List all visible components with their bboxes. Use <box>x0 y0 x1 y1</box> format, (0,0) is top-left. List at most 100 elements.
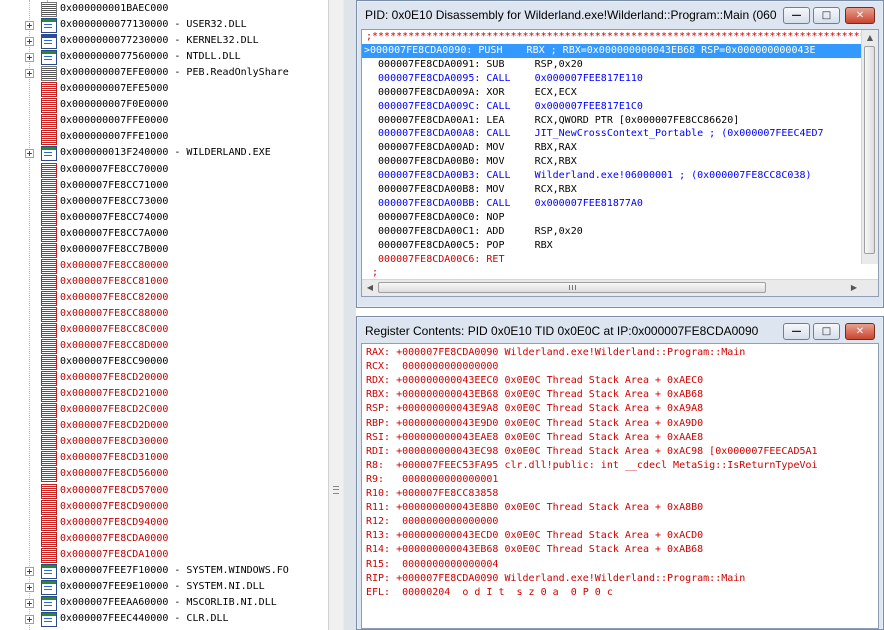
memory-page-red-icon <box>41 467 57 483</box>
tree-row[interactable]: 0x000007FE8CC7A000 <box>0 226 328 242</box>
tree-row[interactable]: 0x000007FE8CC7B000 <box>0 242 328 258</box>
tree-row[interactable]: 0x000007FEE7F10000 - SYSTEM.WINDOWS.FO <box>0 563 328 579</box>
expand-plus-icon[interactable] <box>25 566 34 576</box>
expand-plus-icon[interactable] <box>25 614 34 624</box>
expand-plus-icon[interactable] <box>25 149 34 159</box>
tree-row[interactable]: 0x0000000077560000 - NTDLL.DLL <box>0 49 328 66</box>
register-line: RCX: 0000000000000000 <box>366 361 499 373</box>
tree-row[interactable]: 0x0000000077130000 - USER32.DLL <box>0 17 328 34</box>
instruction-line[interactable]: 000007FE8CDA00C6: RET <box>366 253 504 267</box>
expand-plus-icon[interactable] <box>25 37 34 47</box>
tree-row[interactable]: 0x000007FE8CDA0000 <box>0 531 328 547</box>
memory-map-tree[interactable]: 0x000000001BAEC000 0x0000000077130000 - U… <box>0 0 328 630</box>
tree-row[interactable]: 0x000007FE8CC82000 <box>0 290 328 306</box>
expand-plus-icon[interactable] <box>25 598 34 608</box>
current-instruction-line[interactable]: >000007FE8CDA0090: PUSH RBX ; RBX=0x0000… <box>362 44 864 58</box>
instruction-line[interactable]: 000007FE8CDA0095: CALL 0x000007FEE817E11… <box>366 72 643 86</box>
tree-row[interactable]: 0x000007FE8CC90000 <box>0 354 328 371</box>
tree-row[interactable]: 0x000007FEE9E10000 - SYSTEM.NI.DLL <box>0 579 328 595</box>
tree-row[interactable]: 0x000007FE8CC70000 <box>0 162 328 178</box>
tree-row-label: 0x000007FE8CD30000 <box>60 436 169 448</box>
tree-row[interactable]: 0x000007FE8CC71000 <box>0 178 328 194</box>
instruction-line[interactable]: 000007FE8CDA009A: XOR ECX,ECX <box>366 86 577 100</box>
tree-row[interactable]: 0x000007FE8CC88000 <box>0 306 328 322</box>
instruction-line[interactable]: 000007FE8CDA00B0: MOV RCX,RBX <box>366 155 577 169</box>
instruction-line[interactable]: 000007FE8CDA00A1: LEA RCX,QWORD PTR [0x0… <box>366 114 739 128</box>
tree-row[interactable]: 0x000000001BAEC000 <box>0 1 328 17</box>
memory-page-red-icon <box>41 178 57 194</box>
tree-row[interactable]: 0x000007FE8CD56000 <box>0 466 328 483</box>
tree-row[interactable]: 0x000007FE8CDA1000 <box>0 547 328 563</box>
register-contents-window[interactable]: Register Contents: PID 0x0E10 TID 0x0E0C… <box>356 316 884 630</box>
tree-row-label: 0x000000013F240000 - WILDERLAND.EXE <box>60 147 271 159</box>
disassembly-vertical-scrollbar[interactable]: ▲ <box>861 30 878 264</box>
instruction-line[interactable]: 000007FE8CDA0091: SUB RSP,0x20 <box>366 58 583 72</box>
scroll-right-arrow-icon[interactable]: ▶ <box>846 280 862 296</box>
expand-plus-icon[interactable] <box>25 69 34 79</box>
tree-row[interactable]: 0x000007FE8CC74000 <box>0 210 328 226</box>
expand-plus-icon[interactable] <box>25 582 34 592</box>
expand-plus-icon[interactable] <box>25 21 34 31</box>
tree-row[interactable]: 0x000007FE8CD30000 <box>0 434 328 451</box>
register-line: RIP: +000007FE8CDA0090 Wilderland.exe!Wi… <box>366 572 746 584</box>
tree-row[interactable]: 0x000007FEEAA60000 - MSCORLIB.NI.DLL <box>0 595 328 611</box>
memory-page-red-icon <box>41 531 57 547</box>
instruction-line[interactable]: 000007FE8CDA00C1: ADD RSP,0x20 <box>366 225 583 239</box>
instruction-line[interactable]: 000007FE8CDA00A8: CALL JIT_NewCrossConte… <box>366 127 824 141</box>
instruction-line[interactable]: 000007FE8CDA00B8: MOV RCX,RBX <box>366 183 577 197</box>
maximize-button[interactable]: □ <box>813 323 840 340</box>
instruction-line[interactable]: 000007FE8CDA00C0: NOP <box>366 211 504 225</box>
tree-row-label: 0x000007FEEAA60000 - MSCORLIB.NI.DLL <box>60 596 277 608</box>
instruction-line[interactable]: 000007FE8CDA00BB: CALL 0x000007FEE81877A… <box>366 197 643 211</box>
tree-row[interactable]: 0x000007FE8CD2D000 <box>0 418 328 435</box>
minimize-button[interactable]: — <box>783 323 810 340</box>
tree-row[interactable]: 0x000007FEEC440000 - CLR.DLL <box>0 611 328 627</box>
scroll-up-arrow-icon[interactable]: ▲ <box>862 30 878 46</box>
instruction-line[interactable]: 000007FE8CDA00AD: MOV RBX,RAX <box>366 141 577 155</box>
tree-row[interactable]: 0x000000007EFE0000 - PEB.ReadOnlyShare <box>0 65 328 82</box>
register-view[interactable]: RAX: +000007FE8CDA0090 Wilderland.exe!Wi… <box>361 343 879 629</box>
disassembly-view[interactable]: ;***************************************… <box>361 29 879 297</box>
tree-row[interactable]: 0x000000007F0E0000 <box>0 97 328 114</box>
disassembly-horizontal-scrollbar[interactable]: ◀ ▶ <box>362 279 878 296</box>
tree-row[interactable]: 0x000000013F240000 - WILDERLAND.EXE <box>0 145 328 162</box>
scroll-left-arrow-icon[interactable]: ◀ <box>362 280 378 296</box>
tree-row[interactable]: 0x000007FE8CD90000 <box>0 499 328 515</box>
tree-row[interactable]: 0x000007FE8CC8C000 <box>0 322 328 338</box>
tree-row[interactable]: 0x000000007FFE1000 <box>0 129 328 146</box>
disassembly-window[interactable]: PID: 0x0E10 Disassembly for Wilderland.e… <box>356 0 884 308</box>
separator-line: ;***************************************… <box>366 31 879 42</box>
instruction-line[interactable]: 000007FE8CDA00C5: POP RBX <box>366 239 553 253</box>
tree-row-label: 0x000007FE8CC74000 <box>60 211 169 223</box>
minimize-button[interactable]: — <box>783 7 810 24</box>
tree-row-label: 0x000007FE8CC8D000 <box>60 340 169 352</box>
horizontal-scroll-thumb[interactable] <box>378 282 766 293</box>
tree-row[interactable]: 0x000007FE8CD31000 <box>0 450 328 467</box>
tree-row[interactable]: 0x000007FE8CD21000 <box>0 386 328 403</box>
tree-row[interactable]: 0x000007FE8CD2C000 <box>0 402 328 419</box>
tree-row[interactable]: 0x000000007EFE5000 <box>0 81 328 98</box>
tree-row[interactable]: 0x000007FE8CD57000 <box>0 483 328 499</box>
memory-page-red-icon <box>41 194 57 210</box>
tree-row[interactable]: 0x0000000077230000 - KERNEL32.DLL <box>0 33 328 50</box>
register-line: RDX: +000000000043EEC0 0x0E0C Thread Sta… <box>366 375 704 387</box>
tree-row[interactable]: 0x000007FE8CC80000 <box>0 258 328 274</box>
register-line: R12: 0000000000000000 <box>366 516 499 528</box>
maximize-button[interactable]: □ <box>813 7 840 24</box>
vertical-scroll-thumb[interactable] <box>864 46 875 254</box>
tree-row[interactable]: 0x000007FE8CC73000 <box>0 194 328 210</box>
register-line: RDI: +000000000043EC98 0x0E0C Thread Sta… <box>366 445 818 457</box>
tree-row-label: 0x000000007EFE0000 - PEB.ReadOnlyShare <box>60 67 289 79</box>
register-line: EFL: 00000204 o d I t s z 0 a 0 P 0 c <box>366 586 613 598</box>
close-button[interactable]: ✕ <box>845 323 875 340</box>
tree-scroll-thumb[interactable] <box>329 0 343 630</box>
tree-row[interactable]: 0x000007FE8CC81000 <box>0 274 328 290</box>
tree-row[interactable]: 0x000007FE8CD94000 <box>0 515 328 531</box>
tree-row[interactable]: 0x000007FE8CC8D000 <box>0 338 328 355</box>
instruction-line[interactable]: 000007FE8CDA00B3: CALL Wilderland.exe!06… <box>366 169 812 183</box>
instruction-line[interactable]: 000007FE8CDA009C: CALL 0x000007FEE817E1C… <box>366 100 643 114</box>
tree-row[interactable]: 0x000000007FFE0000 <box>0 113 328 130</box>
expand-plus-icon[interactable] <box>25 53 34 63</box>
tree-row[interactable]: 0x000007FE8CD20000 <box>0 370 328 387</box>
close-button[interactable]: ✕ <box>845 7 875 24</box>
